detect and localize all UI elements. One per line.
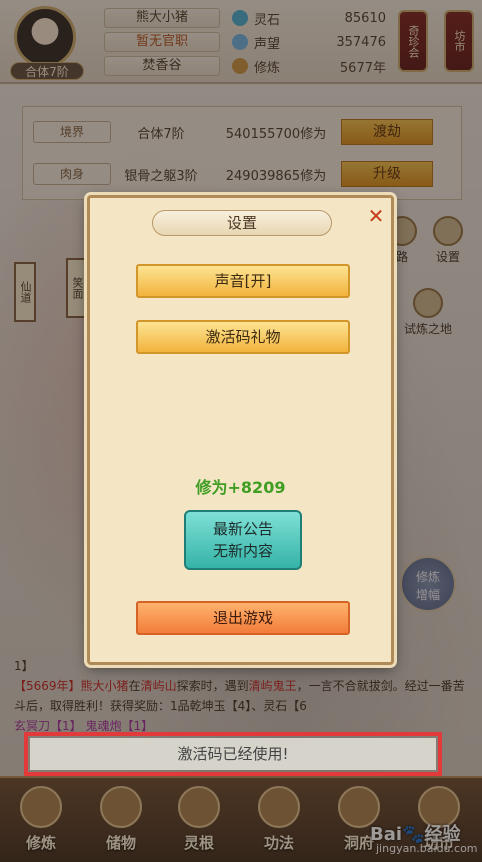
exit-game-button[interactable]: 退出游戏: [136, 601, 350, 635]
announcement-title: 最新公告: [212, 520, 273, 538]
redeem-code-button[interactable]: 激活码礼物: [136, 320, 350, 354]
settings-modal: 设置 ✕ 声音[开] 激活码礼物 修为+8209 最新公告 无新内容 退出游戏: [87, 195, 394, 665]
sound-toggle-button[interactable]: 声音[开]: [136, 264, 350, 298]
toast-message: 激活码已经使用!: [30, 738, 436, 770]
announcement-button[interactable]: 最新公告 无新内容: [184, 510, 302, 570]
announcement-status: 无新内容: [212, 542, 273, 560]
close-icon[interactable]: ✕: [366, 206, 386, 226]
xiuwei-gain: 修为+8209: [195, 478, 286, 497]
modal-title: 设置: [152, 210, 332, 236]
